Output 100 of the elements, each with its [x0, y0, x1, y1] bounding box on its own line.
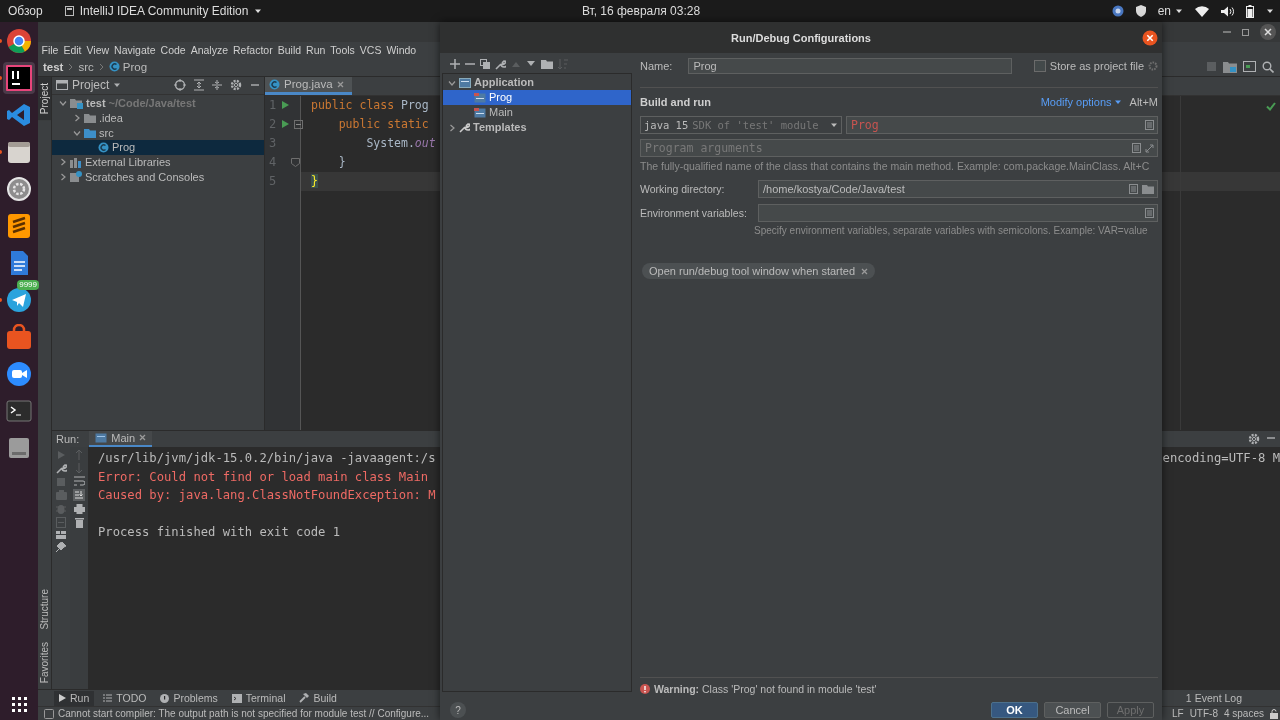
tree-item[interactable]: .idea [52, 110, 264, 126]
event-log-button[interactable]: 1 Event Log [1185, 692, 1280, 705]
console-line: Caused by: java.lang.ClassNotFoundException: M [98, 488, 436, 503]
clock[interactable]: Вт, 16 февраля 03:28 [581, 4, 701, 18]
store-checkbox[interactable]: Store as project file [1033, 60, 1158, 72]
app-grid-icon[interactable] [11, 697, 27, 712]
jdk-select[interactable]: java 15 SDK of 'test' module [640, 116, 842, 134]
expand-field-icon[interactable] [1129, 184, 1138, 194]
help-button[interactable]: ? [450, 702, 466, 718]
ide-icon[interactable] [3, 62, 35, 94]
close-icon[interactable] [1260, 24, 1276, 40]
maximize-icon[interactable] [1145, 143, 1154, 153]
tree-item[interactable]: test ~/Code/Java/test [52, 95, 264, 111]
caret-icon [1175, 7, 1183, 15]
project-structure-icon[interactable] [1223, 60, 1237, 73]
panel-title-menu[interactable]: Project [56, 78, 122, 93]
menu-item[interactable]: Edit [60, 43, 84, 56]
tree-item[interactable]: Prog [52, 140, 264, 155]
breadcrumb[interactable]: Prog [108, 60, 148, 73]
side-tab[interactable]: Structure [38, 583, 51, 636]
environment-variables-field[interactable] [758, 204, 1158, 222]
menu-item[interactable]: Run [303, 43, 328, 56]
menu-item[interactable]: Analyze [188, 43, 231, 56]
menu-item[interactable]: Code [158, 43, 189, 56]
search-icon[interactable] [1262, 60, 1274, 73]
working-directory-field[interactable]: /home/kostya/Code/Java/test [758, 180, 1158, 198]
tree-item[interactable]: Application [443, 75, 631, 90]
status-square-icon[interactable] [44, 708, 54, 719]
run-icon[interactable] [280, 119, 291, 130]
menu-item[interactable]: Navigate [111, 43, 159, 56]
console-tab[interactable]: Main [89, 430, 153, 447]
side-tab[interactable]: Project [38, 76, 51, 121]
expand-field-icon[interactable] [1145, 208, 1154, 218]
tree-item[interactable]: Scratches and Consoles [52, 169, 264, 185]
fold-end-icon[interactable] [291, 157, 300, 167]
volume-icon[interactable] [1221, 5, 1234, 17]
menu-item[interactable]: File [39, 43, 61, 56]
expand-field-icon[interactable] [1145, 120, 1154, 130]
expand-all-icon[interactable] [212, 79, 222, 92]
tree-item[interactable]: Prog [443, 90, 631, 105]
menu-item[interactable]: VCS [357, 43, 384, 56]
dialog-button[interactable]: Cancel [1044, 702, 1101, 718]
expand-field-icon[interactable] [1132, 143, 1141, 153]
breadcrumb[interactable]: src [78, 60, 94, 73]
tool-window-tab[interactable]: Problems [155, 690, 223, 706]
add-icon[interactable] [450, 59, 460, 69]
tree-item[interactable]: External Libraries [52, 154, 264, 170]
indent-widget[interactable]: 4 spaces [1223, 708, 1264, 719]
tool-window-tab[interactable]: TODO [98, 690, 152, 706]
menu-item[interactable]: Windo [383, 43, 419, 56]
run-config-icon [95, 432, 108, 443]
run-icon[interactable] [280, 100, 291, 111]
soft-wrap-icon[interactable] [73, 475, 85, 486]
print-icon[interactable] [73, 503, 85, 514]
name-field[interactable]: Prog [688, 58, 1013, 74]
locate-icon[interactable] [174, 79, 186, 92]
tool-window-tab[interactable]: Build [294, 690, 342, 706]
pin-icon[interactable] [56, 541, 66, 552]
copy-icon[interactable] [480, 59, 490, 69]
fold-icon[interactable] [294, 119, 304, 129]
tool-window-tab[interactable]: Terminal [226, 690, 291, 706]
close-icon[interactable] [1142, 30, 1158, 46]
window-icon[interactable] [1243, 61, 1256, 73]
lock-icon[interactable] [1270, 708, 1278, 719]
menu-item[interactable]: Build [275, 43, 304, 56]
side-tab[interactable]: Favorites [38, 635, 51, 690]
tree-item[interactable]: src [52, 125, 264, 140]
keyboard-layout-menu[interactable]: en [1157, 4, 1183, 18]
move-down-icon[interactable] [526, 60, 536, 68]
new-folder-icon[interactable] [541, 59, 553, 69]
browse-folder-icon[interactable] [1142, 184, 1154, 194]
option-chip[interactable]: Open run/debug tool window when started [642, 263, 876, 279]
trash-icon[interactable] [74, 516, 84, 528]
menu-item[interactable]: Refactor [230, 43, 276, 56]
code-line: public static [337, 117, 429, 132]
wrench-icon[interactable] [55, 462, 67, 474]
caret-icon[interactable] [1266, 7, 1274, 15]
encoding-widget[interactable]: UTF-8 [1189, 708, 1218, 719]
app-indicator-icon[interactable] [1111, 5, 1124, 17]
checkbox[interactable] [1033, 60, 1046, 72]
layout-icon[interactable] [56, 530, 66, 539]
tree-item[interactable]: Main [443, 105, 631, 120]
dialog-button[interactable]: OK [991, 702, 1038, 718]
tree-item[interactable]: Templates [443, 120, 631, 135]
scroll-to-end-icon[interactable] [73, 488, 85, 501]
activities-button[interactable]: Обзор [8, 4, 43, 18]
collapse-all-icon[interactable] [194, 79, 204, 92]
modify-options-link[interactable]: Modify options [1040, 96, 1122, 108]
tool-window-tab[interactable]: Run [54, 690, 95, 706]
breadcrumb[interactable]: test [43, 60, 64, 73]
menu-item[interactable]: Tools [327, 43, 358, 56]
shield-icon[interactable] [1135, 5, 1146, 17]
console-line: Error: Could not find or load main class Main [98, 469, 429, 484]
line-separator-widget[interactable]: LF [1171, 708, 1184, 719]
app-menu[interactable]: IntelliJ IDEA Community Edition [64, 4, 263, 18]
wifi-icon[interactable] [1195, 5, 1209, 17]
wrench-icon[interactable] [495, 58, 506, 70]
menu-item[interactable]: View [84, 43, 112, 56]
restore-icon[interactable] [1241, 27, 1251, 37]
battery-icon[interactable] [1246, 4, 1254, 18]
